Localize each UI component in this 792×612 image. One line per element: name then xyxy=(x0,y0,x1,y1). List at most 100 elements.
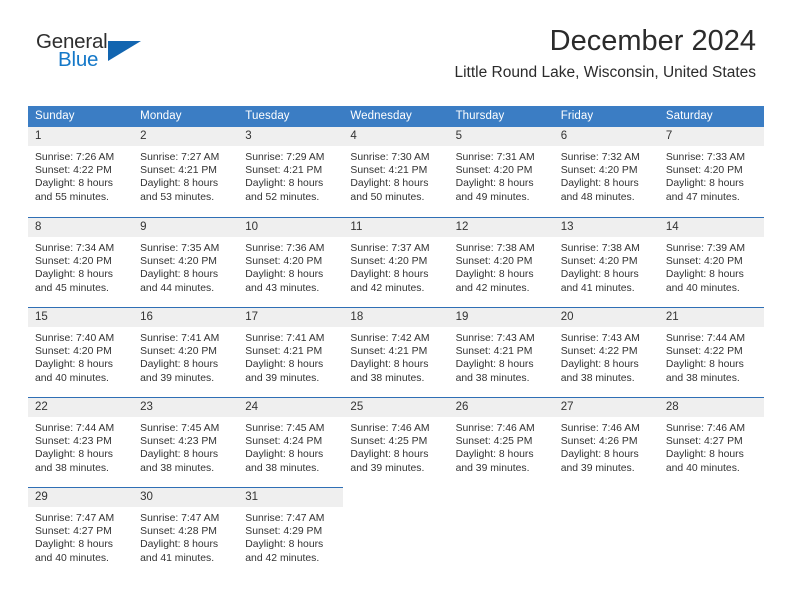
daylight-text-line2: and 52 minutes. xyxy=(245,191,320,203)
calendar-day-cell[interactable]: 2 Sunrise: 7:27 AM Sunset: 4:21 PM Daylight… xyxy=(133,127,239,217)
calendar-day-cell[interactable]: 23 Sunrise: 7:45 AM Sunset: 4:23 PM Dayligh… xyxy=(133,397,239,487)
calendar-day-details: Sunrise: 7:46 AM Sunset: 4:25 PM Daylight:… xyxy=(449,417,554,475)
daylight-text-line1: Daylight: 8 hours xyxy=(35,178,113,190)
sunrise-text: Sunrise: 7:35 AM xyxy=(140,243,220,255)
calendar-header-row: Sunday Monday Tuesday Wednesday Thursday… xyxy=(28,106,764,127)
calendar-day-cell[interactable]: 7 Sunrise: 7:33 AM Sunset: 4:20 PM Daylight… xyxy=(658,127,764,217)
calendar-day-cell[interactable]: 5 Sunrise: 7:31 AM Sunset: 4:20 PM Daylight… xyxy=(448,127,554,217)
calendar-day-cell[interactable]: 3 Sunrise: 7:29 AM Sunset: 4:21 PM Daylight… xyxy=(238,127,344,217)
calendar-day-inner xyxy=(449,487,554,575)
calendar-day-cell[interactable]: 22 Sunrise: 7:44 AM Sunset: 4:23 PM Dayligh… xyxy=(28,397,134,487)
daylight-text-line1: Daylight: 8 hours xyxy=(35,449,113,461)
calendar-day-cell[interactable]: 24 Sunrise: 7:45 AM Sunset: 4:24 PM Dayligh… xyxy=(238,397,344,487)
calendar-day-inner xyxy=(343,487,448,575)
sunset-text: Sunset: 4:20 PM xyxy=(455,165,533,177)
daylight-text-line1: Daylight: 8 hours xyxy=(245,539,324,551)
calendar-day-cell[interactable]: 12 Sunrise: 7:38 AM Sunset: 4:20 PM Dayligh… xyxy=(448,217,554,307)
calendar-day-cell[interactable]: 18 Sunrise: 7:42 AM Sunset: 4:21 PM Dayligh… xyxy=(343,307,449,397)
daylight-text-line2: and 42 minutes. xyxy=(245,552,320,564)
daylight-text-line2: and 38 minutes. xyxy=(35,462,109,474)
calendar-day-cell-empty xyxy=(343,487,448,577)
calendar-day-cell[interactable]: 14 Sunrise: 7:39 AM Sunset: 4:20 PM Dayligh… xyxy=(658,217,764,307)
daylight-text-line2: and 41 minutes. xyxy=(140,552,215,564)
calendar-day-cell[interactable]: 17 Sunrise: 7:41 AM Sunset: 4:21 PM Dayligh… xyxy=(238,307,344,397)
calendar-day-cell[interactable]: 8 Sunrise: 7:34 AM Sunset: 4:20 PM Daylight… xyxy=(28,217,134,307)
calendar-day-cell[interactable]: 10 Sunrise: 7:36 AM Sunset: 4:20 PM Dayligh… xyxy=(238,217,344,307)
sunset-text: Sunset: 4:28 PM xyxy=(140,526,217,538)
sunset-text: Sunset: 4:20 PM xyxy=(350,256,428,268)
weekday-header-tuesday: Tuesday xyxy=(238,106,344,127)
sunset-text: Sunset: 4:21 PM xyxy=(245,346,323,358)
generalblue-logo[interactable]: General Blue xyxy=(36,31,146,78)
weekday-header-sunday: Sunday xyxy=(28,106,134,127)
sunset-text: Sunset: 4:21 PM xyxy=(455,346,533,358)
calendar-day-details: Sunrise: 7:43 AM Sunset: 4:22 PM Daylight:… xyxy=(554,327,659,385)
calendar-day-cell[interactable]: 26 Sunrise: 7:46 AM Sunset: 4:25 PM Dayligh… xyxy=(448,397,554,487)
calendar-day-number: 20 xyxy=(553,308,659,328)
calendar-day-inner: 22 Sunrise: 7:44 AM Sunset: 4:23 PM Dayligh… xyxy=(28,397,134,485)
daylight-text-line2: and 47 minutes. xyxy=(665,191,740,203)
calendar-day-number: 19 xyxy=(448,308,554,328)
calendar-day-details: Sunrise: 7:47 AM Sunset: 4:27 PM Daylight:… xyxy=(28,507,133,565)
daylight-text-line1: Daylight: 8 hours xyxy=(560,178,639,190)
calendar-day-details: Sunrise: 7:42 AM Sunset: 4:21 PM Daylight:… xyxy=(343,327,448,385)
daylight-text-line2: and 50 minutes. xyxy=(350,191,425,203)
calendar-week-row: 1 Sunrise: 7:26 AM Sunset: 4:22 PM Daylight… xyxy=(28,127,764,217)
calendar-day-cell[interactable]: 29 Sunrise: 7:47 AM Sunset: 4:27 PM Dayligh… xyxy=(28,487,134,577)
calendar-day-inner: 29 Sunrise: 7:47 AM Sunset: 4:27 PM Dayligh… xyxy=(28,487,134,575)
calendar-day-cell[interactable]: 11 Sunrise: 7:37 AM Sunset: 4:20 PM Dayligh… xyxy=(343,217,449,307)
daylight-text-line1: Daylight: 8 hours xyxy=(140,269,219,281)
calendar-day-details: Sunrise: 7:46 AM Sunset: 4:25 PM Daylight:… xyxy=(343,417,448,475)
calendar-day-number: 9 xyxy=(133,218,239,238)
daylight-text-line2: and 39 minutes. xyxy=(140,372,215,384)
weekday-header-friday: Friday xyxy=(553,106,659,127)
sunset-text: Sunset: 4:29 PM xyxy=(245,526,323,538)
calendar-day-cell[interactable]: 13 Sunrise: 7:38 AM Sunset: 4:20 PM Dayligh… xyxy=(553,217,659,307)
daylight-text-line1: Daylight: 8 hours xyxy=(665,359,744,371)
calendar-day-details: Sunrise: 7:43 AM Sunset: 4:21 PM Daylight:… xyxy=(449,327,554,385)
calendar-day-cell[interactable]: 28 Sunrise: 7:46 AM Sunset: 4:27 PM Dayligh… xyxy=(658,397,764,487)
sunrise-text: Sunrise: 7:39 AM xyxy=(665,243,745,255)
calendar-day-cell[interactable]: 27 Sunrise: 7:46 AM Sunset: 4:26 PM Dayligh… xyxy=(553,397,659,487)
calendar-day-inner: 14 Sunrise: 7:39 AM Sunset: 4:20 PM Dayligh… xyxy=(658,217,764,305)
calendar-day-inner: 2 Sunrise: 7:27 AM Sunset: 4:21 PM Daylight… xyxy=(133,127,239,215)
daylight-text-line1: Daylight: 8 hours xyxy=(455,359,534,371)
calendar-day-cell[interactable]: 19 Sunrise: 7:43 AM Sunset: 4:21 PM Dayligh… xyxy=(448,307,554,397)
calendar-day-cell[interactable]: 16 Sunrise: 7:41 AM Sunset: 4:20 PM Dayligh… xyxy=(133,307,239,397)
calendar-day-number: 3 xyxy=(238,127,344,147)
daylight-text-line1: Daylight: 8 hours xyxy=(455,178,534,190)
sunrise-text: Sunrise: 7:32 AM xyxy=(560,152,640,164)
sunset-text: Sunset: 4:20 PM xyxy=(35,346,112,358)
daylight-text-line2: and 39 minutes. xyxy=(245,372,320,384)
daylight-text-line2: and 40 minutes. xyxy=(665,462,740,474)
daylight-text-line1: Daylight: 8 hours xyxy=(35,539,113,551)
calendar-day-cell[interactable]: 6 Sunrise: 7:32 AM Sunset: 4:20 PM Daylight… xyxy=(553,127,659,217)
calendar-day-number: 29 xyxy=(28,488,134,508)
calendar-day-cell[interactable]: 4 Sunrise: 7:30 AM Sunset: 4:21 PM Daylight… xyxy=(343,127,449,217)
sunrise-text: Sunrise: 7:27 AM xyxy=(140,152,220,164)
calendar-day-cell-empty xyxy=(554,487,659,577)
calendar-day-details: Sunrise: 7:34 AM Sunset: 4:20 PM Daylight:… xyxy=(28,237,133,295)
calendar-day-cell[interactable]: 30 Sunrise: 7:47 AM Sunset: 4:28 PM Dayligh… xyxy=(133,487,239,577)
calendar-day-number: 28 xyxy=(658,398,764,418)
sunset-text: Sunset: 4:22 PM xyxy=(560,346,638,358)
calendar-day-details: Sunrise: 7:31 AM Sunset: 4:20 PM Daylight:… xyxy=(449,146,554,204)
daylight-text-line1: Daylight: 8 hours xyxy=(245,269,324,281)
sunset-text: Sunset: 4:26 PM xyxy=(560,436,638,448)
weekday-header-monday: Monday xyxy=(133,106,239,127)
calendar-day-cell[interactable]: 20 Sunrise: 7:43 AM Sunset: 4:22 PM Dayligh… xyxy=(553,307,659,397)
calendar-day-cell[interactable]: 15 Sunrise: 7:40 AM Sunset: 4:20 PM Dayligh… xyxy=(28,307,134,397)
calendar-day-cell[interactable]: 21 Sunrise: 7:44 AM Sunset: 4:22 PM Dayligh… xyxy=(658,307,764,397)
calendar-day-cell[interactable]: 1 Sunrise: 7:26 AM Sunset: 4:22 PM Daylight… xyxy=(28,127,134,217)
calendar-day-inner: 25 Sunrise: 7:46 AM Sunset: 4:25 PM Dayligh… xyxy=(343,397,449,485)
sunset-text: Sunset: 4:20 PM xyxy=(35,256,112,268)
sunset-text: Sunset: 4:22 PM xyxy=(665,346,743,358)
calendar-day-cell[interactable]: 31 Sunrise: 7:47 AM Sunset: 4:29 PM Dayligh… xyxy=(238,487,344,577)
calendar-day-details: Sunrise: 7:41 AM Sunset: 4:20 PM Daylight:… xyxy=(133,327,238,385)
calendar-day-number: 13 xyxy=(553,218,659,238)
calendar-day-inner: 8 Sunrise: 7:34 AM Sunset: 4:20 PM Daylight… xyxy=(28,217,134,305)
sunrise-text: Sunrise: 7:46 AM xyxy=(455,423,535,435)
calendar-day-cell[interactable]: 9 Sunrise: 7:35 AM Sunset: 4:20 PM Daylight… xyxy=(133,217,239,307)
calendar-day-cell[interactable]: 25 Sunrise: 7:46 AM Sunset: 4:25 PM Dayligh… xyxy=(343,397,449,487)
daylight-text-line1: Daylight: 8 hours xyxy=(245,449,324,461)
